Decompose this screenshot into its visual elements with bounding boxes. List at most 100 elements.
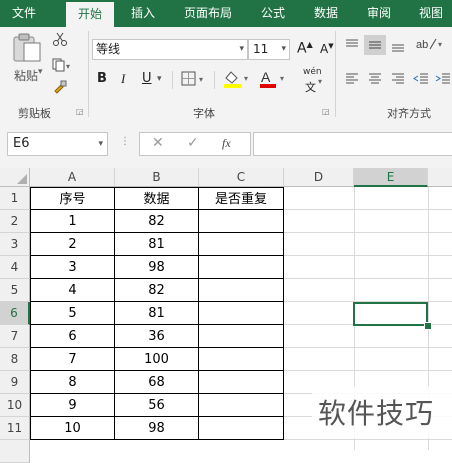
align-right-icon[interactable] <box>390 71 406 91</box>
align-center-icon[interactable] <box>367 71 383 91</box>
borders-icon[interactable]: ▾ <box>181 71 209 91</box>
cell-b-row-10[interactable]: 56 <box>115 394 199 417</box>
underline-button[interactable]: U <box>142 71 152 86</box>
cell-e-row-4[interactable] <box>354 256 428 279</box>
cell-d-row-5[interactable] <box>284 279 354 302</box>
cell-c-row-6[interactable] <box>199 302 284 325</box>
cell-c-row-9[interactable] <box>199 371 284 394</box>
cell-e-row-1[interactable] <box>354 187 428 210</box>
cell-b-row-7[interactable]: 36 <box>115 325 199 348</box>
row-header-7[interactable]: 7 <box>0 325 30 348</box>
cell-a-row-7[interactable]: 6 <box>30 325 115 348</box>
row-header-9[interactable]: 9 <box>0 371 30 394</box>
cell-e-row-3[interactable] <box>354 233 428 256</box>
cell-c-row-11[interactable] <box>199 417 284 440</box>
italic-button[interactable]: I <box>121 71 125 87</box>
column-header-c[interactable]: C <box>199 168 284 187</box>
insert-function-icon[interactable]: fx <box>222 136 231 151</box>
cell-c-row-5[interactable] <box>199 279 284 302</box>
align-left-icon[interactable] <box>344 71 360 91</box>
enter-icon[interactable]: ✓ <box>187 135 199 151</box>
cell-a-row-2[interactable]: 1 <box>30 210 115 233</box>
cell-c-row-1[interactable]: 是否重复 <box>199 187 284 210</box>
row-header-3[interactable]: 3 <box>0 233 30 256</box>
cell-a-row-10[interactable]: 9 <box>30 394 115 417</box>
tab-view[interactable]: 视图 <box>411 0 451 27</box>
cell-f-row-3[interactable] <box>428 233 452 256</box>
row-header-2[interactable]: 2 <box>0 210 30 233</box>
font-size-select[interactable]: 11 ▾ <box>248 39 290 60</box>
cell-a-row-6[interactable]: 5 <box>30 302 115 325</box>
column-header-b[interactable]: B <box>115 168 199 187</box>
cell-c-row-3[interactable] <box>199 233 284 256</box>
cell-a-row-5[interactable]: 4 <box>30 279 115 302</box>
cell-c-row-8[interactable] <box>199 348 284 371</box>
select-all-corner[interactable] <box>0 168 30 187</box>
column-header-d[interactable]: D <box>284 168 354 187</box>
cell-e-row-2[interactable] <box>354 210 428 233</box>
row-header-5[interactable]: 5 <box>0 279 30 302</box>
middle-align-icon[interactable] <box>364 35 386 55</box>
phonetic-dropdown-icon[interactable]: ▾ <box>318 77 322 86</box>
cell-e-row-5[interactable] <box>354 279 428 302</box>
row-header-6[interactable]: 6 <box>0 302 30 325</box>
tab-formulas[interactable]: 公式 <box>253 0 293 27</box>
grow-font-button[interactable]: A▲ <box>297 40 313 57</box>
increase-indent-icon[interactable] <box>435 71 451 91</box>
cell-b-row-2[interactable]: 82 <box>115 210 199 233</box>
cell-a-row-11[interactable]: 10 <box>30 417 115 440</box>
underline-dropdown-icon[interactable]: ▾ <box>157 74 162 84</box>
tab-insert[interactable]: 插入 <box>123 0 163 27</box>
orientation-icon[interactable]: ab ▾ <box>414 35 444 57</box>
row-header-1[interactable]: 1 <box>0 187 30 210</box>
cell-b-row-5[interactable]: 82 <box>115 279 199 302</box>
paste-icon[interactable] <box>10 33 44 67</box>
cell-a-row-3[interactable]: 2 <box>30 233 115 256</box>
bottom-align-icon[interactable] <box>390 37 406 57</box>
clipboard-launcher-icon[interactable]: ◲ <box>76 107 84 116</box>
decrease-indent-icon[interactable] <box>413 71 429 91</box>
cell-e-row-7[interactable] <box>354 325 428 348</box>
cell-b-row-6[interactable]: 81 <box>115 302 199 325</box>
column-header-a[interactable]: A <box>30 168 115 187</box>
paste-label[interactable]: 粘贴 <box>14 67 38 84</box>
cell-d-row-7[interactable] <box>284 325 354 348</box>
top-align-icon[interactable] <box>344 37 360 57</box>
fill-color-icon[interactable]: ▾ <box>222 69 252 93</box>
cell-a-row-1[interactable]: 序号 <box>30 187 115 210</box>
tab-review[interactable]: 审阅 <box>359 0 399 27</box>
cell-f-row-2[interactable] <box>428 210 452 233</box>
bold-button[interactable]: B <box>97 71 107 86</box>
row-header-10[interactable]: 10 <box>0 394 30 417</box>
font-name-select[interactable]: 等线 ▾ <box>92 39 248 60</box>
cell-d-row-8[interactable] <box>284 348 354 371</box>
cell-c-row-2[interactable] <box>199 210 284 233</box>
row-header-partial[interactable] <box>0 440 30 463</box>
tab-home[interactable]: 开始 <box>66 2 114 27</box>
phonetic-icon[interactable]: 文 <box>305 79 316 95</box>
cell-d-row-1[interactable] <box>284 187 354 210</box>
cell-b-row-4[interactable]: 98 <box>115 256 199 279</box>
tab-page-layout[interactable]: 页面布局 <box>178 0 238 27</box>
font-launcher-icon[interactable]: ◲ <box>322 107 330 116</box>
copy-icon[interactable]: ▾ <box>52 57 72 76</box>
row-header-4[interactable]: 4 <box>0 256 30 279</box>
cell-f-row-5[interactable] <box>428 279 452 302</box>
cell-d-row-4[interactable] <box>284 256 354 279</box>
tab-file[interactable]: 文件 <box>4 0 44 27</box>
cancel-icon[interactable]: ✕ <box>152 135 164 151</box>
cell-b-row-8[interactable]: 100 <box>115 348 199 371</box>
row-header-8[interactable]: 8 <box>0 348 30 371</box>
paste-dropdown-icon[interactable]: ▾ <box>38 67 43 77</box>
cell-b-row-3[interactable]: 81 <box>115 233 199 256</box>
cell-b-row-11[interactable]: 98 <box>115 417 199 440</box>
cell-c-row-4[interactable] <box>199 256 284 279</box>
cell-f-row-8[interactable] <box>428 348 452 371</box>
cell-c-row-7[interactable] <box>199 325 284 348</box>
phonetic-guide-button[interactable]: wén <box>303 67 322 77</box>
column-header-e[interactable]: E <box>354 168 428 187</box>
cell-d-row-2[interactable] <box>284 210 354 233</box>
cell-b-row-1[interactable]: 数据 <box>115 187 199 210</box>
cell-a-row-9[interactable]: 8 <box>30 371 115 394</box>
cell-f-row-4[interactable] <box>428 256 452 279</box>
